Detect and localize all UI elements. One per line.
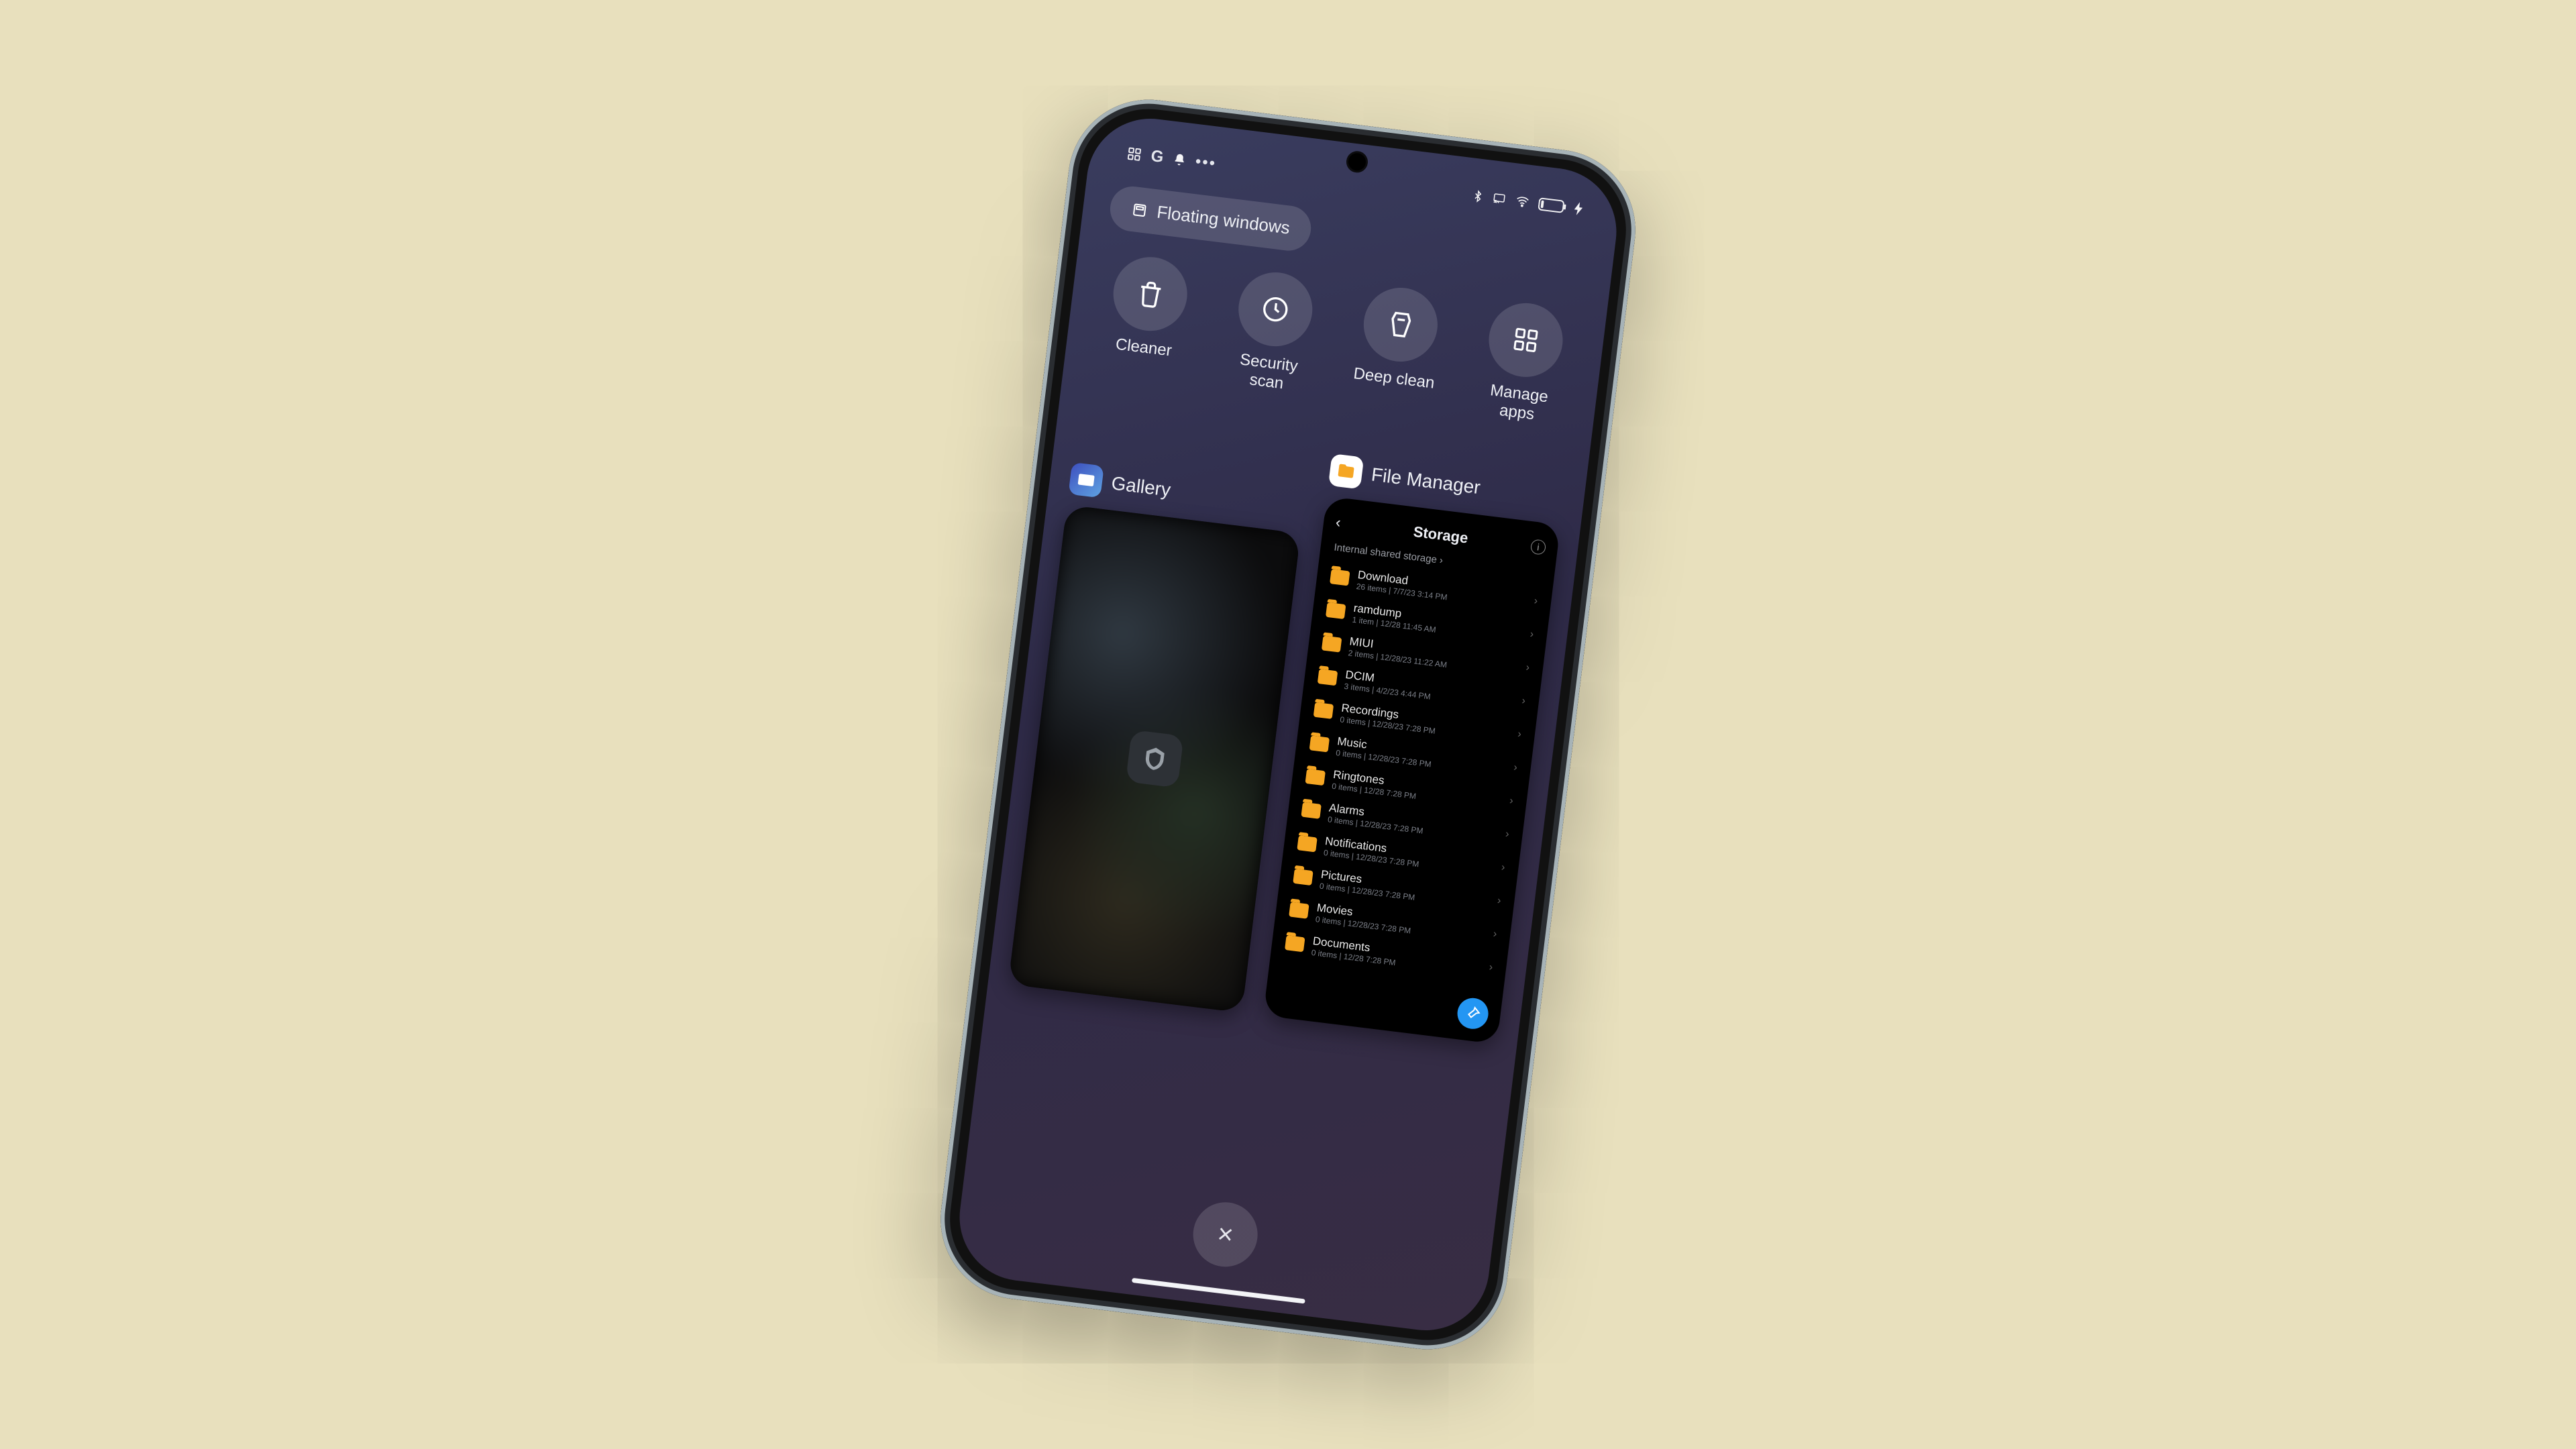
wifi-icon [1513, 194, 1531, 209]
info-icon[interactable]: i [1530, 539, 1547, 555]
widgets-icon [1126, 146, 1143, 162]
shortcut-manage-apps[interactable]: Manage apps [1459, 297, 1587, 429]
chevron-right-icon: › [1513, 762, 1517, 775]
recent-card-gallery[interactable] [1008, 504, 1301, 1012]
shortcut-label: Deep clean [1352, 364, 1436, 393]
recent-card-title: File Manager [1370, 464, 1481, 498]
chevron-right-icon: › [1497, 895, 1501, 908]
folder-icon [1297, 835, 1317, 852]
bluetooth-icon [1471, 189, 1485, 205]
battery-icon: 2 [1538, 197, 1567, 214]
scan-icon [1259, 293, 1292, 326]
chevron-right-icon: › [1525, 662, 1530, 675]
chevron-right-icon: › [1493, 928, 1497, 941]
shortcut-label: Cleaner [1114, 335, 1173, 361]
grid-icon [1511, 325, 1541, 356]
folder-icon [1322, 635, 1342, 652]
folder-icon [1313, 702, 1334, 719]
folder-icon [1293, 869, 1313, 885]
shortcut-label: Manage apps [1487, 381, 1549, 425]
window-icon [1130, 201, 1148, 219]
fm-list: Download26 items | 7/7/23 3:14 PM›ramdum… [1282, 559, 1541, 985]
folder-icon [1289, 902, 1309, 918]
home-indicator[interactable] [1132, 1278, 1305, 1304]
phone-frame: G ••• 2 [931, 91, 1644, 1358]
back-icon[interactable]: ‹ [1335, 514, 1342, 532]
file-manager-app-icon [1328, 453, 1364, 489]
chevron-right-icon: › [1489, 961, 1493, 974]
shortcut-deep-clean[interactable]: Deep clean [1334, 281, 1462, 413]
folder-icon [1305, 769, 1325, 786]
close-icon: × [1216, 1219, 1235, 1251]
folder-icon [1326, 602, 1346, 619]
lock-icon [1125, 730, 1183, 788]
shortcut-label: Security scan [1236, 350, 1299, 394]
chevron-right-icon: › [1529, 629, 1534, 641]
floating-windows-label: Floating windows [1156, 202, 1291, 239]
trash-icon [1134, 278, 1167, 311]
chevron-right-icon: › [1509, 795, 1513, 808]
google-icon: G [1150, 147, 1165, 167]
folder-icon [1285, 935, 1305, 952]
recent-apps: Gallery File Manager [965, 366, 1592, 1235]
fm-title: Storage [1412, 523, 1468, 547]
recent-card-title: Gallery [1110, 472, 1172, 501]
more-icon: ••• [1194, 152, 1217, 174]
chevron-right-icon: › [1517, 729, 1521, 741]
folder-icon [1330, 569, 1350, 586]
bell-icon [1172, 152, 1187, 167]
screen: G ••• 2 [953, 111, 1624, 1338]
shortcut-cleaner[interactable]: Cleaner [1083, 250, 1211, 382]
broom-icon [1384, 309, 1417, 341]
cast-icon [1491, 192, 1507, 206]
close-all-button[interactable]: × [1189, 1199, 1261, 1271]
folder-icon [1309, 735, 1330, 752]
folder-icon [1301, 802, 1321, 819]
chevron-right-icon: › [1521, 695, 1525, 708]
folder-icon [1318, 669, 1338, 686]
chevron-right-icon: › [1501, 861, 1505, 874]
charging-icon [1574, 201, 1583, 215]
chevron-right-icon: › [1505, 828, 1509, 841]
gallery-app-icon [1068, 462, 1104, 498]
chevron-right-icon: › [1534, 595, 1538, 608]
floating-windows-button[interactable]: Floating windows [1108, 184, 1313, 253]
clean-fab[interactable] [1456, 996, 1490, 1030]
shortcut-security-scan[interactable]: Security scan [1209, 266, 1336, 398]
recent-card-file-manager[interactable]: ‹ Storage i Internal shared storage › Do… [1263, 496, 1560, 1044]
